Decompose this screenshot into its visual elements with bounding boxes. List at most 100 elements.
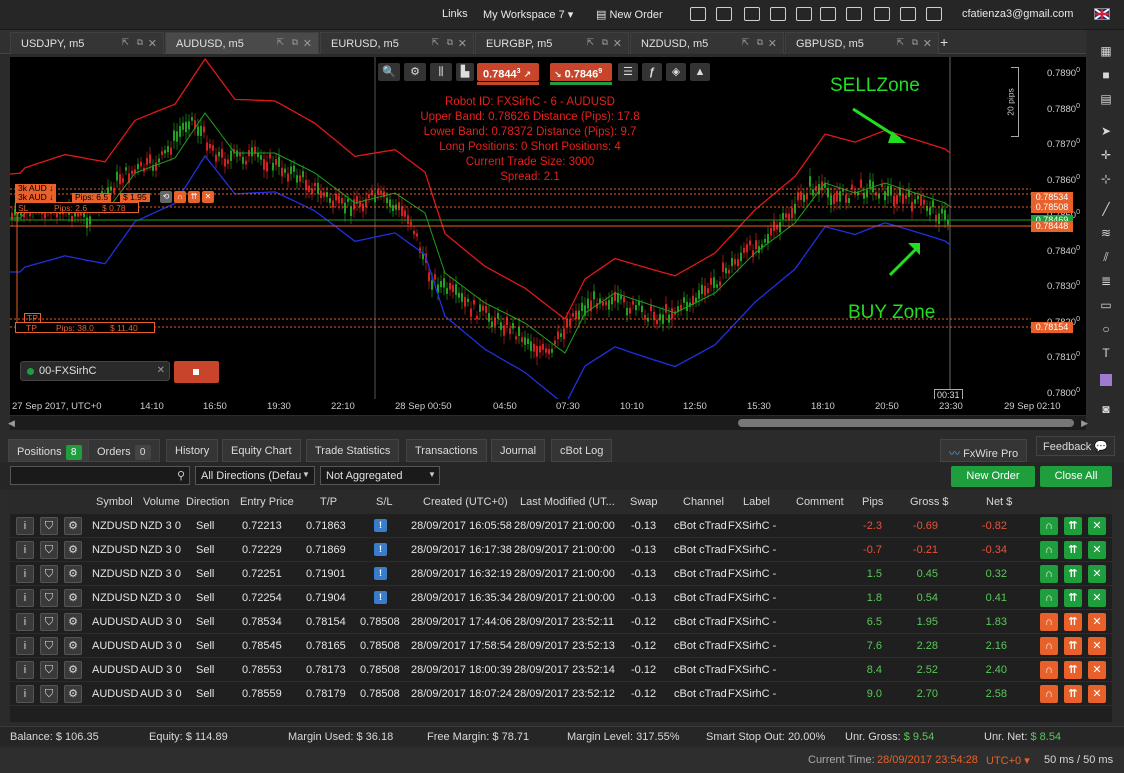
col-entry-price[interactable]: Entry Price — [240, 496, 294, 508]
col-net[interactable]: Net $ — [986, 496, 1012, 508]
tab-eurgbp[interactable]: EURGBP, m5 ⇱ ⧉ ✕ — [475, 32, 629, 54]
double-position-icon[interactable]: ⇈ — [1064, 661, 1082, 679]
gear-icon[interactable]: ⚙ — [64, 637, 82, 655]
reverse-position-icon[interactable]: ∩ — [1040, 685, 1058, 703]
robot-icon[interactable]: ◈ — [666, 63, 686, 81]
split-layout-icon[interactable]: ▤ — [1096, 90, 1116, 108]
list-icon[interactable]: ☰ — [618, 63, 638, 81]
table-row[interactable]: i ⛉ ⚙ NZDUSD NZD 3 0 Sell 0.72213 0.71863! 28/09… — [10, 514, 1112, 538]
cbot-instance[interactable]: 00-FXSirhC ✕ — [20, 361, 170, 381]
tab-nzdusd[interactable]: NZDUSD, m5 ⇱ ⧉ ✕ — [630, 32, 784, 54]
col-channel[interactable]: Channel — [683, 496, 724, 508]
double-position-icon[interactable]: ⇈ — [1064, 565, 1082, 583]
reverse-position-icon[interactable]: ∩ — [1040, 517, 1058, 535]
workspace-selector[interactable]: My Workspace 7 ▾ — [483, 8, 573, 21]
direction-select[interactable]: All Directions (Defau — [195, 466, 315, 485]
screenshot-icon[interactable] — [744, 7, 760, 21]
popout-icon[interactable]: ⇱ — [741, 37, 749, 48]
warning-icon[interactable]: ! — [374, 567, 387, 580]
text-icon[interactable]: T — [1096, 344, 1116, 362]
col-tp[interactable]: T/P — [320, 496, 337, 508]
fib-icon[interactable]: ≋ — [1096, 224, 1116, 242]
mail-icon[interactable] — [846, 7, 862, 21]
template-icon[interactable]: ▲ — [690, 63, 710, 81]
reverse-position-icon[interactable]: ∩ — [1040, 565, 1058, 583]
info-icon[interactable]: i — [16, 541, 34, 559]
calculator-icon[interactable] — [820, 7, 836, 21]
col-comment[interactable]: Comment — [796, 496, 844, 508]
warning-icon[interactable]: ! — [374, 543, 387, 556]
price-chart[interactable]: 🔍 ⚙ ⫼ ▙ 0.78443 ↗ ↘ 0.78469 ☰ ƒ ◈ ▲ Robo… — [10, 57, 1031, 399]
rectangle-icon[interactable]: ▭ — [1096, 296, 1116, 314]
gear-icon[interactable]: ⚙ — [64, 685, 82, 703]
close-position-icon[interactable]: ✕ — [1088, 517, 1106, 535]
info-icon[interactable]: i — [16, 613, 34, 631]
camera-icon[interactable]: ◙ — [1096, 400, 1116, 418]
cbot-stop-button[interactable] — [174, 361, 219, 383]
timeframe-icon[interactable]: ▙ — [456, 63, 474, 81]
add-tab-button[interactable]: + — [940, 34, 948, 50]
resize-icon[interactable] — [900, 7, 916, 21]
gear-icon[interactable]: ⚙ — [64, 565, 82, 583]
scroll-thumb[interactable] — [738, 419, 1074, 427]
tab-positions[interactable]: Positions 8 — [8, 439, 91, 462]
shield-icon[interactable]: ⛉ — [40, 637, 58, 655]
window-icon[interactable] — [690, 7, 706, 21]
table-row[interactable]: i ⛉ ⚙ AUDUSD AUD 3 0 Sell 0.78553 0.78173 0.7850… — [10, 658, 1112, 682]
double-position-icon[interactable]: ⇈ — [1064, 637, 1082, 655]
new-order-top-button[interactable]: ▤ New Order — [596, 8, 663, 21]
reverse-position-icon[interactable]: ∩ — [1040, 661, 1058, 679]
close-icon[interactable]: ✕ — [613, 37, 622, 50]
links-menu[interactable]: Links — [442, 8, 468, 20]
candle-icon[interactable]: ⫼ — [430, 63, 452, 81]
gear-icon[interactable]: ⚙ — [64, 661, 82, 679]
reverse-position-icon[interactable]: ∩ — [1040, 613, 1058, 631]
take-profit-label[interactable]: TP Pips: 38.0 $ 11.40 — [15, 322, 155, 333]
close-icon[interactable]: ✕ — [148, 37, 157, 50]
detach-icon[interactable]: ⧉ — [757, 37, 763, 48]
reverse-position-icon[interactable]: ∩ — [1040, 541, 1058, 559]
col-symbol[interactable]: Symbol — [96, 496, 133, 508]
table-row[interactable]: i ⛉ ⚙ NZDUSD NZD 3 0 Sell 0.72229 0.71869! 28/09… — [10, 538, 1112, 562]
fan-icon[interactable]: ≣ — [1096, 272, 1116, 290]
close-position-icon[interactable]: ✕ — [1088, 661, 1106, 679]
cursor-icon[interactable]: ➤ — [1096, 122, 1116, 140]
col-label[interactable]: Label — [743, 496, 770, 508]
price-axis[interactable]: 20 pips 0.789000.788000.787000.786000.78… — [1006, 57, 1086, 399]
shield-icon[interactable]: ⛉ — [40, 589, 58, 607]
reverse-position-icon[interactable]: ∩ — [1040, 589, 1058, 607]
reverse-position-icon[interactable]: ∩ — [1040, 637, 1058, 655]
document-icon[interactable] — [770, 7, 786, 21]
ellipse-icon[interactable]: ○ — [1096, 320, 1116, 338]
chart-horizontal-scrollbar[interactable]: ◀ ▶ — [8, 416, 1088, 430]
close-icon[interactable]: ✕ — [458, 37, 467, 50]
scroll-left-icon[interactable]: ◀ — [8, 418, 15, 429]
col-sl[interactable]: S/L — [376, 496, 393, 508]
symbol-search-input[interactable]: ⚲ — [10, 466, 190, 485]
tab-orders[interactable]: Orders 0 — [88, 439, 160, 462]
close-position-icon[interactable]: ✕ — [1088, 589, 1106, 607]
table-row[interactable]: i ⛉ ⚙ AUDUSD AUD 3 0 Sell 0.78534 0.78154 0.7850… — [10, 610, 1112, 634]
double-position-icon[interactable]: ⇈ — [1064, 613, 1082, 631]
feedback-button[interactable]: Feedback 💬 — [1036, 436, 1116, 456]
tab-cbot-log[interactable]: cBot Log — [551, 439, 613, 462]
video-icon[interactable] — [716, 7, 732, 21]
col-created[interactable]: Created (UTC+0) — [423, 496, 508, 508]
scroll-right-icon[interactable]: ▶ — [1081, 418, 1088, 429]
popout-icon[interactable]: ⇱ — [586, 37, 594, 48]
single-layout-icon[interactable]: ■ — [1096, 66, 1116, 84]
position-volume-label[interactable]: 3k AUD ↓ — [15, 193, 57, 202]
col-volume[interactable]: Volume — [143, 496, 180, 508]
col-swap[interactable]: Swap — [630, 496, 658, 508]
warning-icon[interactable]: ! — [374, 591, 387, 604]
close-position-icon[interactable]: ✕ — [1088, 685, 1106, 703]
new-order-button[interactable]: New Order — [951, 466, 1035, 487]
tab-transactions[interactable]: Transactions — [406, 439, 487, 462]
zoom-icon[interactable]: 🔍 — [378, 63, 400, 81]
double-position-icon[interactable]: ⇈ — [1064, 589, 1082, 607]
tab-usdjpy[interactable]: USDJPY, m5 ⇱ ⧉ ✕ — [10, 32, 164, 54]
crosshair-icon[interactable]: ✛ — [1096, 146, 1116, 164]
chart-type-icon[interactable]: ⚙ — [404, 63, 426, 81]
col-last-modified[interactable]: Last Modified (UT... — [520, 496, 615, 508]
info-icon[interactable]: i — [16, 661, 34, 679]
